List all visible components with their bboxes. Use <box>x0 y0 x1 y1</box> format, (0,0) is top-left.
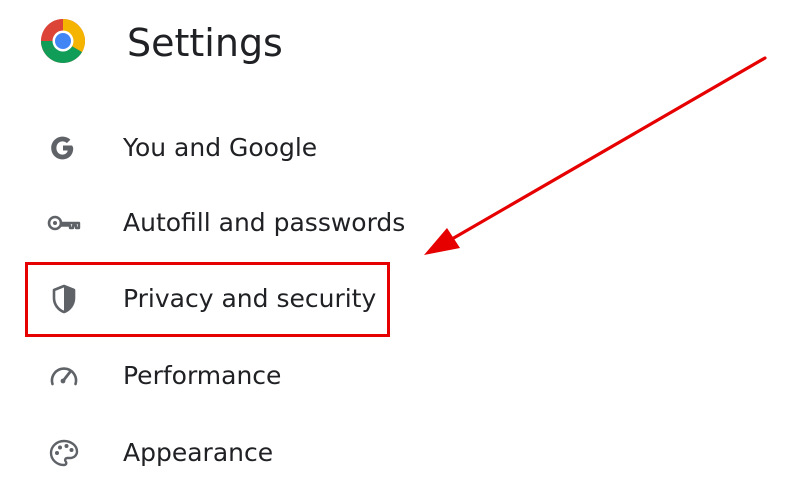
highlight-box <box>25 262 390 337</box>
sidebar-item-label: Performance <box>123 361 282 390</box>
key-icon <box>47 215 81 231</box>
speedometer-icon <box>50 367 78 386</box>
settings-header: Settings <box>0 0 800 90</box>
sidebar-item-performance[interactable]: Performance <box>30 351 390 401</box>
sidebar-item-label: Appearance <box>123 438 274 467</box>
sidebar-item-label: You and Google <box>123 133 318 162</box>
chrome-logo-icon <box>41 19 85 63</box>
google-g-icon <box>51 136 74 160</box>
page-title: Settings <box>127 21 283 65</box>
settings-page: Settings You and Google Autofill and pas… <box>0 0 800 489</box>
palette-icon <box>49 439 79 467</box>
sidebar-item-appearance[interactable]: Appearance <box>30 428 390 478</box>
sidebar-item-you-and-google[interactable]: You and Google <box>30 123 390 173</box>
sidebar-item-autofill-and-passwords[interactable]: Autofill and passwords <box>30 198 405 248</box>
sidebar-item-label: Autofill and passwords <box>123 208 406 237</box>
